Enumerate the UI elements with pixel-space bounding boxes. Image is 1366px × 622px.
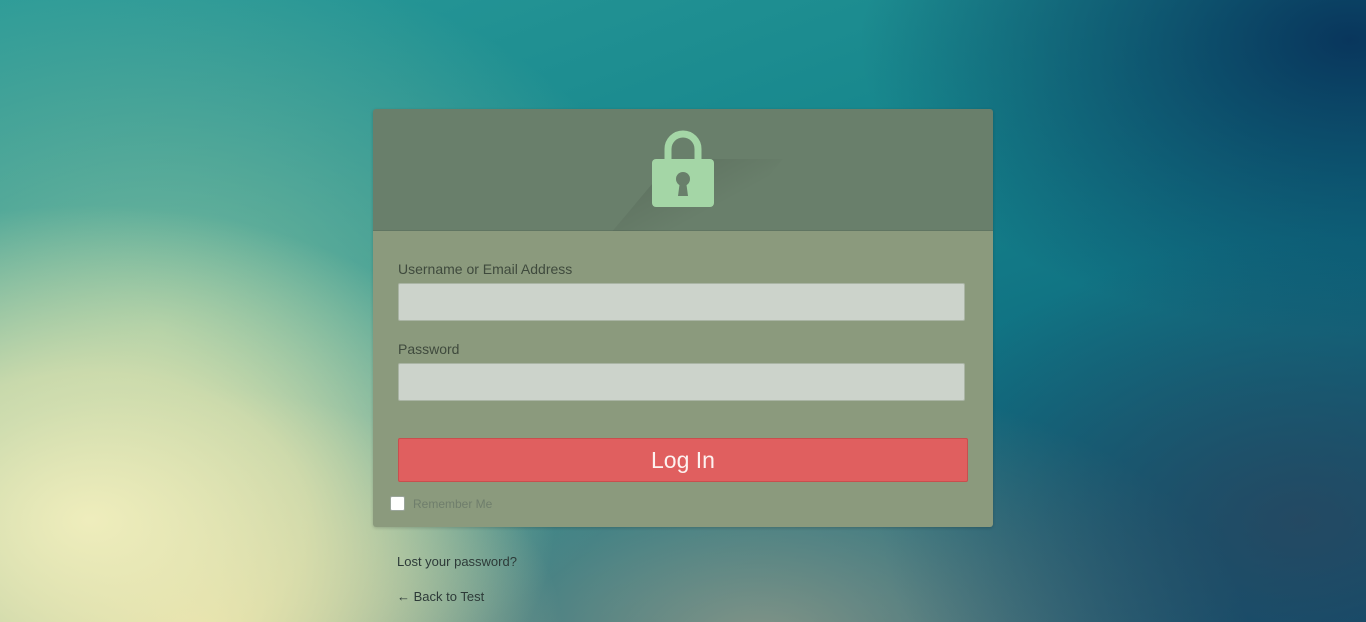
login-form: Username or Email Address Password Log I…: [373, 231, 993, 527]
lock-icon: [652, 130, 714, 207]
login-button[interactable]: Log In: [398, 438, 968, 482]
remember-me-label[interactable]: Remember Me: [413, 496, 492, 512]
password-label: Password: [398, 341, 460, 357]
username-input[interactable]: [398, 283, 965, 321]
username-label: Username or Email Address: [398, 261, 573, 277]
login-header: [373, 109, 993, 239]
back-to-site-link[interactable]: ← Back to Test: [397, 589, 484, 604]
lost-password-link[interactable]: Lost your password?: [397, 554, 517, 569]
remember-me-checkbox[interactable]: [390, 496, 405, 511]
password-input[interactable]: [398, 363, 965, 401]
login-card: Username or Email Address Password Log I…: [373, 109, 993, 527]
